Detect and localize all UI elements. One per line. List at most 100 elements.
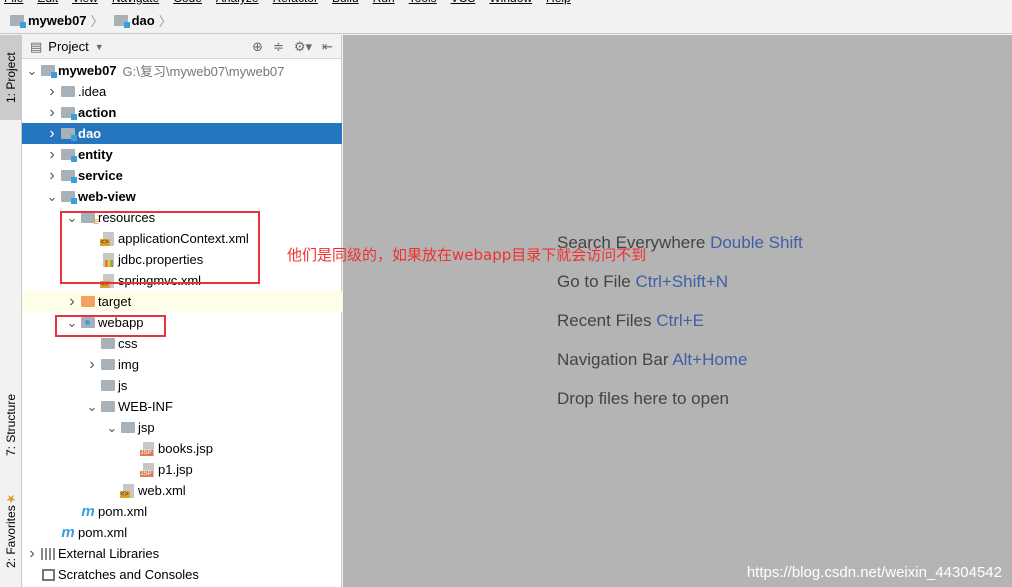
folder-module-icon: [60, 169, 77, 183]
menu-refactor[interactable]: Refactor: [273, 0, 318, 5]
project-panel-header: ▤ Project ▼ ⊕ ≑ ⚙▾ ⇤: [22, 35, 341, 59]
folder-icon: [100, 337, 116, 351]
folder-icon: [100, 358, 116, 372]
tab-label: 7: Structure: [4, 393, 18, 457]
tree-item[interactable]: › External Libraries: [22, 543, 342, 564]
gear-icon[interactable]: ⚙▾: [294, 39, 312, 55]
tree-item-label: External Libraries: [58, 546, 160, 561]
chevron-right-icon[interactable]: ›: [44, 104, 60, 122]
folder-icon: [100, 379, 116, 393]
hint-shortcut: Ctrl+E: [656, 311, 704, 330]
tree-item-label: css: [118, 336, 138, 351]
menu-vcs[interactable]: VCS: [451, 0, 476, 5]
chevron-right-icon[interactable]: ›: [24, 545, 40, 563]
folder-excluded-icon: [80, 295, 96, 309]
tree-item[interactable]: ⌄ web-view: [22, 186, 342, 207]
tree-item[interactable]: books.jsp: [22, 438, 342, 459]
menu-file[interactable]: File: [4, 0, 23, 5]
chevron-right-icon[interactable]: ›: [44, 83, 60, 101]
tree-item[interactable]: js: [22, 375, 342, 396]
tree-item-label: web.xml: [138, 483, 186, 498]
tree-item-label: action: [78, 105, 117, 120]
navigation-bar: myweb07 〉 dao 〉: [0, 7, 1012, 34]
tab-favorites[interactable]: 2: Favorites ★: [0, 490, 22, 570]
tree-item-label: js: [118, 378, 128, 393]
tree-item[interactable]: m pom.xml: [22, 501, 342, 522]
hint-shortcut: Ctrl+Shift+N: [635, 272, 729, 291]
menu-bar: File Edit View Navigate Code Analyze Refactor B…: [0, 0, 1012, 7]
tree-item[interactable]: › action: [22, 102, 342, 123]
tree-item-label: pom.xml: [78, 525, 128, 540]
chevron-down-icon[interactable]: ⌄: [44, 189, 60, 205]
maven-file-icon: m: [81, 503, 95, 520]
menu-code[interactable]: Code: [173, 0, 202, 5]
tree-item[interactable]: › entity: [22, 144, 342, 165]
tree-item[interactable]: p1.jsp: [22, 459, 342, 480]
tree-item[interactable]: ⌄ jsp: [22, 417, 342, 438]
breadcrumb-dao[interactable]: dao 〉: [113, 11, 176, 30]
breadcrumb-label: dao: [131, 12, 155, 28]
menu-window[interactable]: Window: [489, 0, 532, 5]
left-tool-strip: 1: Project 7: Structure 2: Favorites ★: [0, 35, 22, 587]
chevron-down-icon[interactable]: ⌄: [84, 399, 100, 415]
folder-icon: [100, 400, 116, 414]
menu-run[interactable]: Run: [373, 0, 395, 5]
folder-module-icon: [60, 127, 77, 141]
tree-item[interactable]: ⌄ myweb07 G:\复习\myweb07\myweb07: [22, 60, 342, 81]
scratches-icon: [40, 568, 56, 582]
tree-item[interactable]: m pom.xml: [22, 522, 342, 543]
tree-item-label: target: [98, 294, 132, 309]
locate-icon[interactable]: ⊕: [252, 39, 263, 55]
tree-item[interactable]: › img: [22, 354, 342, 375]
menu-view[interactable]: View: [72, 0, 98, 5]
menu-edit[interactable]: Edit: [37, 0, 58, 5]
chevron-down-icon[interactable]: ▼: [95, 42, 104, 52]
hint-line: Go to File Ctrl+Shift+N: [557, 272, 728, 292]
chevron-right-icon[interactable]: ›: [44, 125, 60, 143]
tree-item[interactable]: › .idea: [22, 81, 342, 102]
breadcrumb-label: myweb07: [28, 12, 87, 28]
hint-shortcut: Alt+Home: [672, 350, 748, 369]
hint-shortcut: Double Shift: [710, 233, 803, 252]
hint-line: Navigation Bar Alt+Home: [557, 350, 747, 370]
hint-text: Recent Files: [557, 311, 652, 330]
menu-tools[interactable]: Tools: [409, 0, 437, 5]
annotation-box-webapp: [55, 315, 166, 337]
chevron-right-icon[interactable]: ›: [44, 167, 60, 185]
tree-item[interactable]: › dao: [22, 123, 342, 144]
tree-item[interactable]: web.xml: [22, 480, 342, 501]
tab-structure[interactable]: 7: Structure: [0, 390, 22, 460]
module-folder-icon: [113, 14, 130, 28]
collapse-all-icon[interactable]: ≑: [273, 39, 284, 55]
tab-project[interactable]: 1: Project: [0, 35, 22, 120]
tree-item[interactable]: ⌄ WEB-INF: [22, 396, 342, 417]
hint-text: Drop files here to open: [557, 389, 729, 408]
tree-item[interactable]: › target: [22, 291, 342, 312]
hint-line: Drop files here to open: [557, 389, 729, 409]
tree-item-label: web-view: [78, 189, 136, 204]
view-selector[interactable]: Project: [48, 39, 88, 54]
menu-help[interactable]: Help: [546, 0, 571, 5]
tree-item-label: dao: [78, 126, 102, 141]
chevron-down-icon[interactable]: ⌄: [104, 420, 120, 436]
chevron-right-icon[interactable]: ›: [64, 293, 80, 311]
tree-item-label: Scratches and Consoles: [58, 567, 199, 582]
menu-navigate[interactable]: Navigate: [112, 0, 159, 5]
menu-analyze[interactable]: Analyze: [216, 0, 259, 5]
breadcrumb-myweb07[interactable]: myweb07 〉: [10, 11, 108, 30]
watermark: https://blog.csdn.net/weixin_44304542: [746, 564, 1002, 581]
chevron-down-icon[interactable]: ⌄: [24, 63, 40, 79]
tree-item[interactable]: Scratches and Consoles: [22, 564, 342, 585]
folder-module-icon: [40, 64, 57, 78]
tree-item-label: WEB-INF: [118, 399, 173, 414]
chevron-right-icon[interactable]: ›: [44, 146, 60, 164]
menu-build[interactable]: Build: [332, 0, 359, 5]
tree-item-label: entity: [78, 147, 113, 162]
folder-icon: [120, 421, 136, 435]
editor-empty-area: Search Everywhere Double Shift Go to File…: [343, 35, 1012, 587]
module-folder-icon: [10, 14, 26, 28]
annotation-text: 他们是同级的，如果放在webapp目录下就会访问不到: [287, 246, 647, 264]
hide-icon[interactable]: ⇤: [322, 39, 333, 55]
tree-item[interactable]: › service: [22, 165, 342, 186]
chevron-right-icon[interactable]: ›: [84, 356, 100, 374]
